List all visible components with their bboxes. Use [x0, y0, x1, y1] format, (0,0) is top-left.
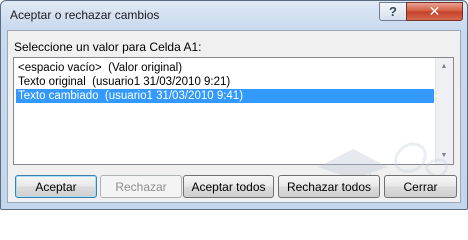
reject-all-button[interactable]: Rechazar todos	[278, 175, 380, 198]
prompt-label: Seleccione un valor para Celda A1:	[14, 40, 202, 54]
help-button[interactable]: ?	[379, 2, 407, 21]
accept-all-button[interactable]: Aceptar todos	[183, 175, 274, 198]
dialog-window: Aceptar o rechazar cambios ? ✕ Seleccion…	[0, 0, 468, 210]
title-bar[interactable]: Aceptar o rechazar cambios ? ✕	[1, 1, 467, 31]
accept-button[interactable]: Aceptar	[15, 175, 97, 198]
close-button[interactable]: Cerrar	[384, 175, 457, 198]
vertical-scrollbar[interactable]: ▲ ▼	[435, 58, 453, 164]
list-item-original-text[interactable]: Texto original (usuario1 31/03/2010 9:21…	[16, 75, 434, 89]
dialog-body: Seleccione un valor para Celda A1: <espa…	[7, 30, 461, 203]
reject-button[interactable]: Rechazar	[100, 175, 182, 198]
scroll-up-arrow-icon[interactable]: ▲	[436, 58, 452, 75]
close-icon: ✕	[428, 3, 441, 19]
dialog-title: Aceptar o rechazar cambios	[10, 8, 160, 22]
list-item-original-empty[interactable]: <espacio vacío> (Valor original)	[16, 61, 434, 75]
close-window-button[interactable]: ✕	[406, 2, 463, 21]
list-item-changed-text[interactable]: Texto cambiado (usuario1 31/03/2010 9:41…	[16, 89, 434, 103]
value-listbox[interactable]: <espacio vacío> (Valor original) Texto o…	[13, 57, 454, 165]
help-icon: ?	[389, 4, 397, 19]
scroll-down-arrow-icon[interactable]: ▼	[436, 147, 452, 164]
